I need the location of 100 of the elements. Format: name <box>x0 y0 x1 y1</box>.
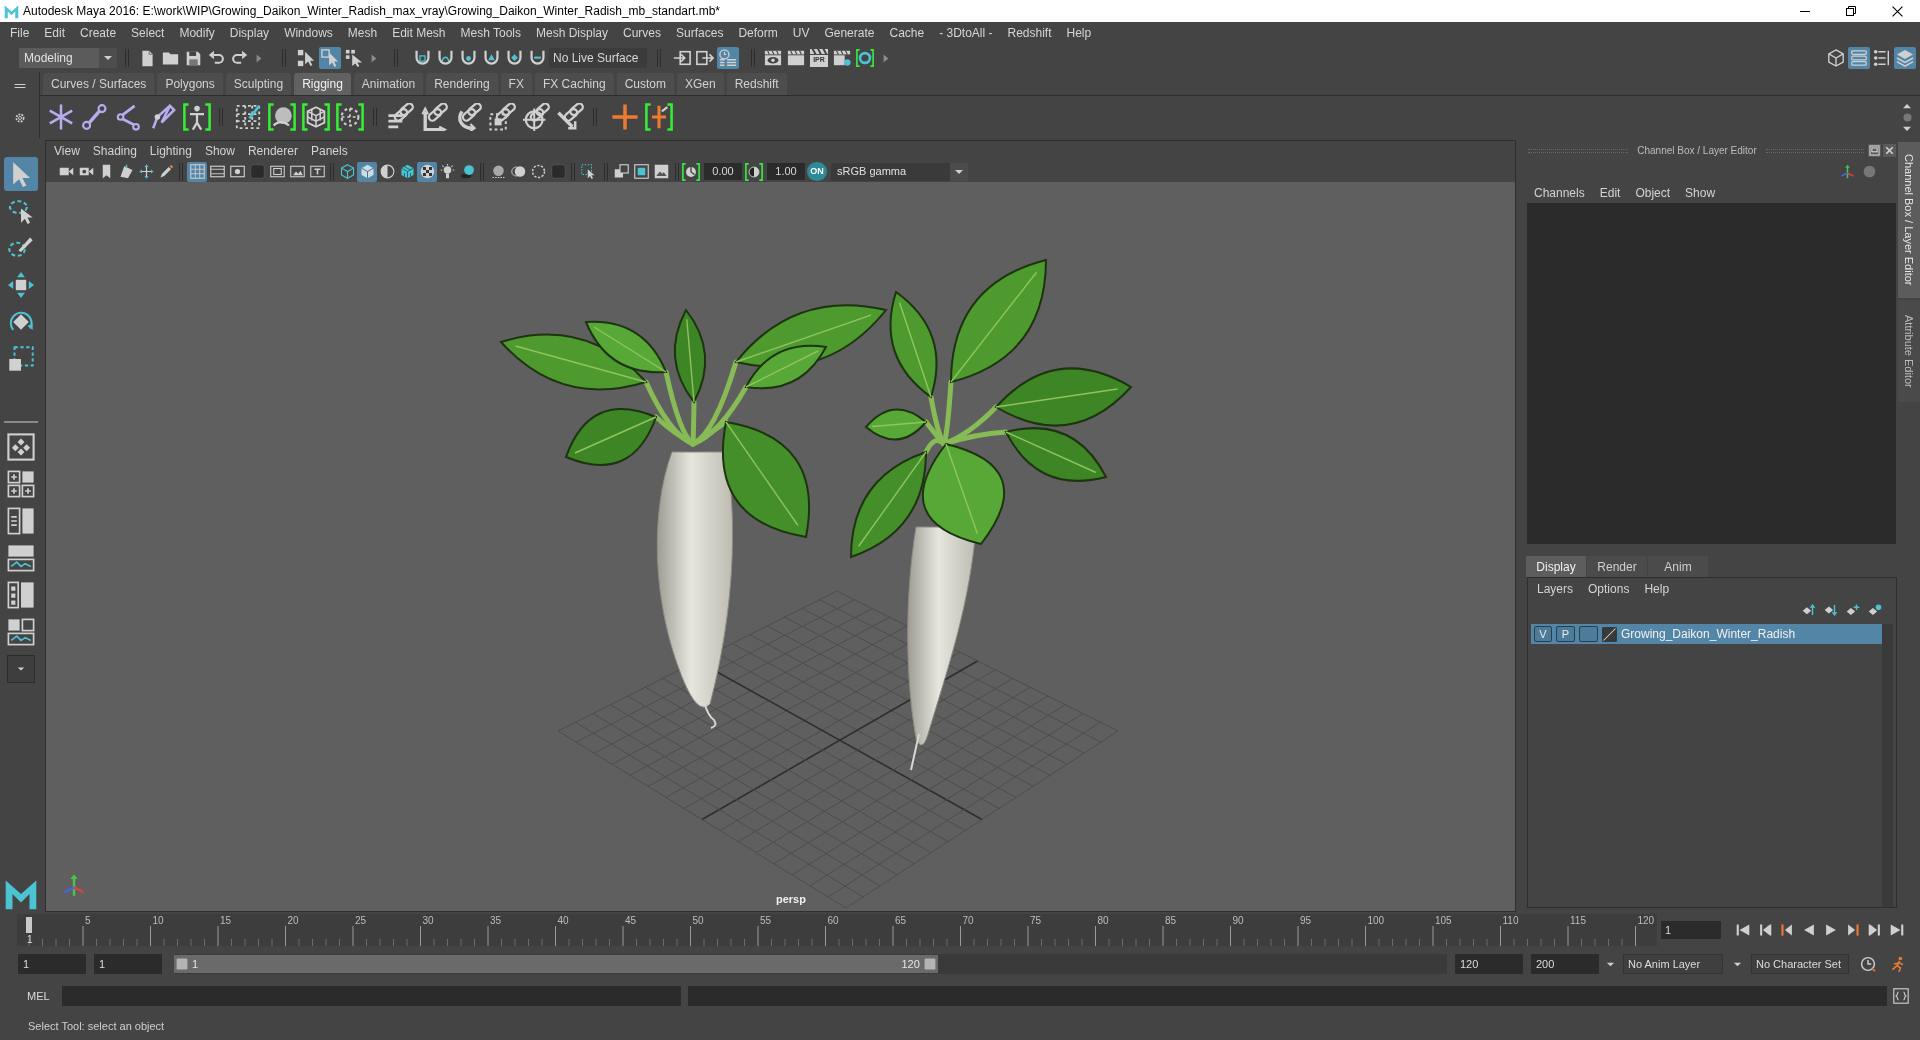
undo-icon[interactable] <box>207 49 225 67</box>
braces-icon[interactable] <box>1892 988 1909 1004</box>
menu-set-dropdown[interactable]: Modeling <box>19 48 117 68</box>
image-frame-icon[interactable] <box>653 164 669 179</box>
menu-item[interactable]: Deform <box>738 24 778 42</box>
menu-item[interactable]: Edit <box>44 24 66 42</box>
menu-icon[interactable] <box>13 82 26 90</box>
start-time-field[interactable]: 1 <box>18 954 86 974</box>
ring-icon[interactable] <box>530 164 546 179</box>
step-back-icon[interactable] <box>1780 923 1794 937</box>
layer-menu-item[interactable]: Layers <box>1537 580 1574 598</box>
panel-menu-item[interactable]: Shading <box>92 142 137 160</box>
close-icon[interactable] <box>1891 5 1903 17</box>
previous-key-icon[interactable] <box>1758 923 1772 937</box>
layer-menu-item[interactable]: Options <box>1588 580 1630 598</box>
clock-icon[interactable] <box>1860 956 1876 972</box>
menu-item[interactable]: Curves <box>623 24 662 42</box>
current-frame-marker[interactable] <box>26 917 32 933</box>
handle-icon[interactable] <box>923 958 936 970</box>
minimize-icon[interactable] <box>1800 10 1810 12</box>
shelf-tab[interactable]: Custom <box>616 73 674 95</box>
channel-menu-item[interactable]: Object <box>1635 183 1671 202</box>
floppy-icon[interactable] <box>184 49 202 67</box>
layer-menu-item[interactable]: Help <box>1644 580 1670 598</box>
chain-bars-icon[interactable] <box>387 103 415 131</box>
square-in-square-icon[interactable] <box>633 164 649 179</box>
settings-icon[interactable] <box>13 112 26 124</box>
end-time-field[interactable]: 200 <box>1531 954 1599 974</box>
menu-item[interactable]: UV <box>792 24 810 42</box>
camera-lens-icon[interactable] <box>856 49 874 67</box>
magnet-icon[interactable] <box>413 49 431 67</box>
clapper-icon[interactable] <box>764 49 782 67</box>
visibility-toggle[interactable]: V <box>1534 626 1552 642</box>
scrollbar[interactable] <box>1882 624 1893 907</box>
magnet-icon[interactable] <box>459 49 477 67</box>
shelf-tab[interactable]: FX Caching <box>534 73 614 95</box>
shelf-tab[interactable]: Rendering <box>426 73 498 95</box>
shelf-tab[interactable]: Sculpting <box>225 73 292 95</box>
play-icon[interactable] <box>1824 923 1838 937</box>
menu-item[interactable]: - 3DtoAll - <box>939 24 993 42</box>
restore-icon[interactable] <box>1846 6 1856 16</box>
shelf-tab[interactable]: Animation <box>353 73 424 95</box>
menu-item[interactable]: Windows <box>284 24 333 42</box>
layer-editor-tab[interactable]: Render <box>1587 556 1647 577</box>
channel-menu-item[interactable]: Edit <box>1599 183 1621 202</box>
collapse-arrow-icon[interactable] <box>256 53 262 63</box>
joint-icon[interactable] <box>81 103 109 131</box>
bracket-cross-icon[interactable] <box>645 103 673 131</box>
layer-editor-tab[interactable]: Display <box>1526 556 1586 577</box>
range-slider-track[interactable]: 1 120 <box>174 954 1447 974</box>
magnet-icon[interactable] <box>482 49 500 67</box>
skip-to-start-icon[interactable] <box>1736 923 1750 937</box>
menu-item[interactable]: Help <box>1066 24 1092 42</box>
layer-down-icon[interactable] <box>1824 603 1838 617</box>
sphere-icon[interactable] <box>490 164 506 179</box>
view-transform-dropdown[interactable]: sRGB gamma <box>831 162 968 181</box>
channel-menu-item[interactable]: Show <box>1685 183 1716 202</box>
shelf-tab[interactable]: FX <box>500 73 532 95</box>
gamma-field[interactable]: 1.00 <box>767 163 805 180</box>
panel-menu-item[interactable]: Lighting <box>149 142 192 160</box>
single-pane-layout-icon[interactable] <box>7 433 35 461</box>
anim-layer-dropdown[interactable]: No Anim Layer <box>1623 954 1723 974</box>
redo-icon[interactable] <box>230 49 248 67</box>
lattice-icon[interactable] <box>234 103 262 131</box>
shelf-tab[interactable]: Rigging <box>294 73 351 95</box>
shelf-tab[interactable]: Curves / Surfaces <box>43 73 155 95</box>
handle-icon[interactable] <box>176 958 188 970</box>
menu-item[interactable]: Surfaces <box>676 24 724 42</box>
layer-new-icon[interactable] <box>1846 603 1860 617</box>
collapse-arrow-icon[interactable] <box>883 53 889 63</box>
character-set-dropdown[interactable]: No Character Set <box>1751 954 1849 974</box>
menu-item[interactable]: File <box>10 24 30 42</box>
pencil-icon[interactable] <box>158 164 174 179</box>
running-figure-icon[interactable] <box>1890 956 1906 972</box>
dotted-circle-icon[interactable] <box>336 103 364 131</box>
pan-icon[interactable] <box>138 164 154 179</box>
magnet-icon[interactable] <box>528 49 546 67</box>
layer-new-dot-icon[interactable] <box>1868 603 1882 617</box>
panel-menu-item[interactable]: Show <box>204 142 235 160</box>
cage-icon[interactable] <box>302 103 330 131</box>
joint-bend-icon[interactable] <box>115 103 143 131</box>
shelf-tab[interactable]: XGen <box>676 73 724 95</box>
overlapping-squares-icon[interactable] <box>613 164 629 179</box>
three-pane-layout-icon[interactable] <box>7 618 35 646</box>
reference-toggle[interactable] <box>1579 626 1598 642</box>
float-window-icon[interactable] <box>1868 144 1881 157</box>
magnet-icon[interactable] <box>436 49 454 67</box>
live-surface-field[interactable]: No Live Surface <box>549 48 647 68</box>
dashed-select-icon[interactable] <box>580 164 596 179</box>
menu-item[interactable]: Mesh <box>347 24 378 42</box>
cross-icon[interactable] <box>611 103 639 131</box>
step-forward-icon[interactable] <box>1846 923 1860 937</box>
menu-item[interactable]: Redshift <box>1007 24 1052 42</box>
blur-sphere-icon[interactable] <box>510 164 526 179</box>
arrow-up-icon[interactable] <box>1902 102 1912 110</box>
caret-icon[interactable] <box>103 53 113 63</box>
skip-to-end-icon[interactable] <box>1890 923 1904 937</box>
clapper-icon[interactable] <box>787 49 805 67</box>
menu-item[interactable]: Select <box>131 24 165 42</box>
playback-toggle[interactable]: P <box>1556 626 1575 642</box>
